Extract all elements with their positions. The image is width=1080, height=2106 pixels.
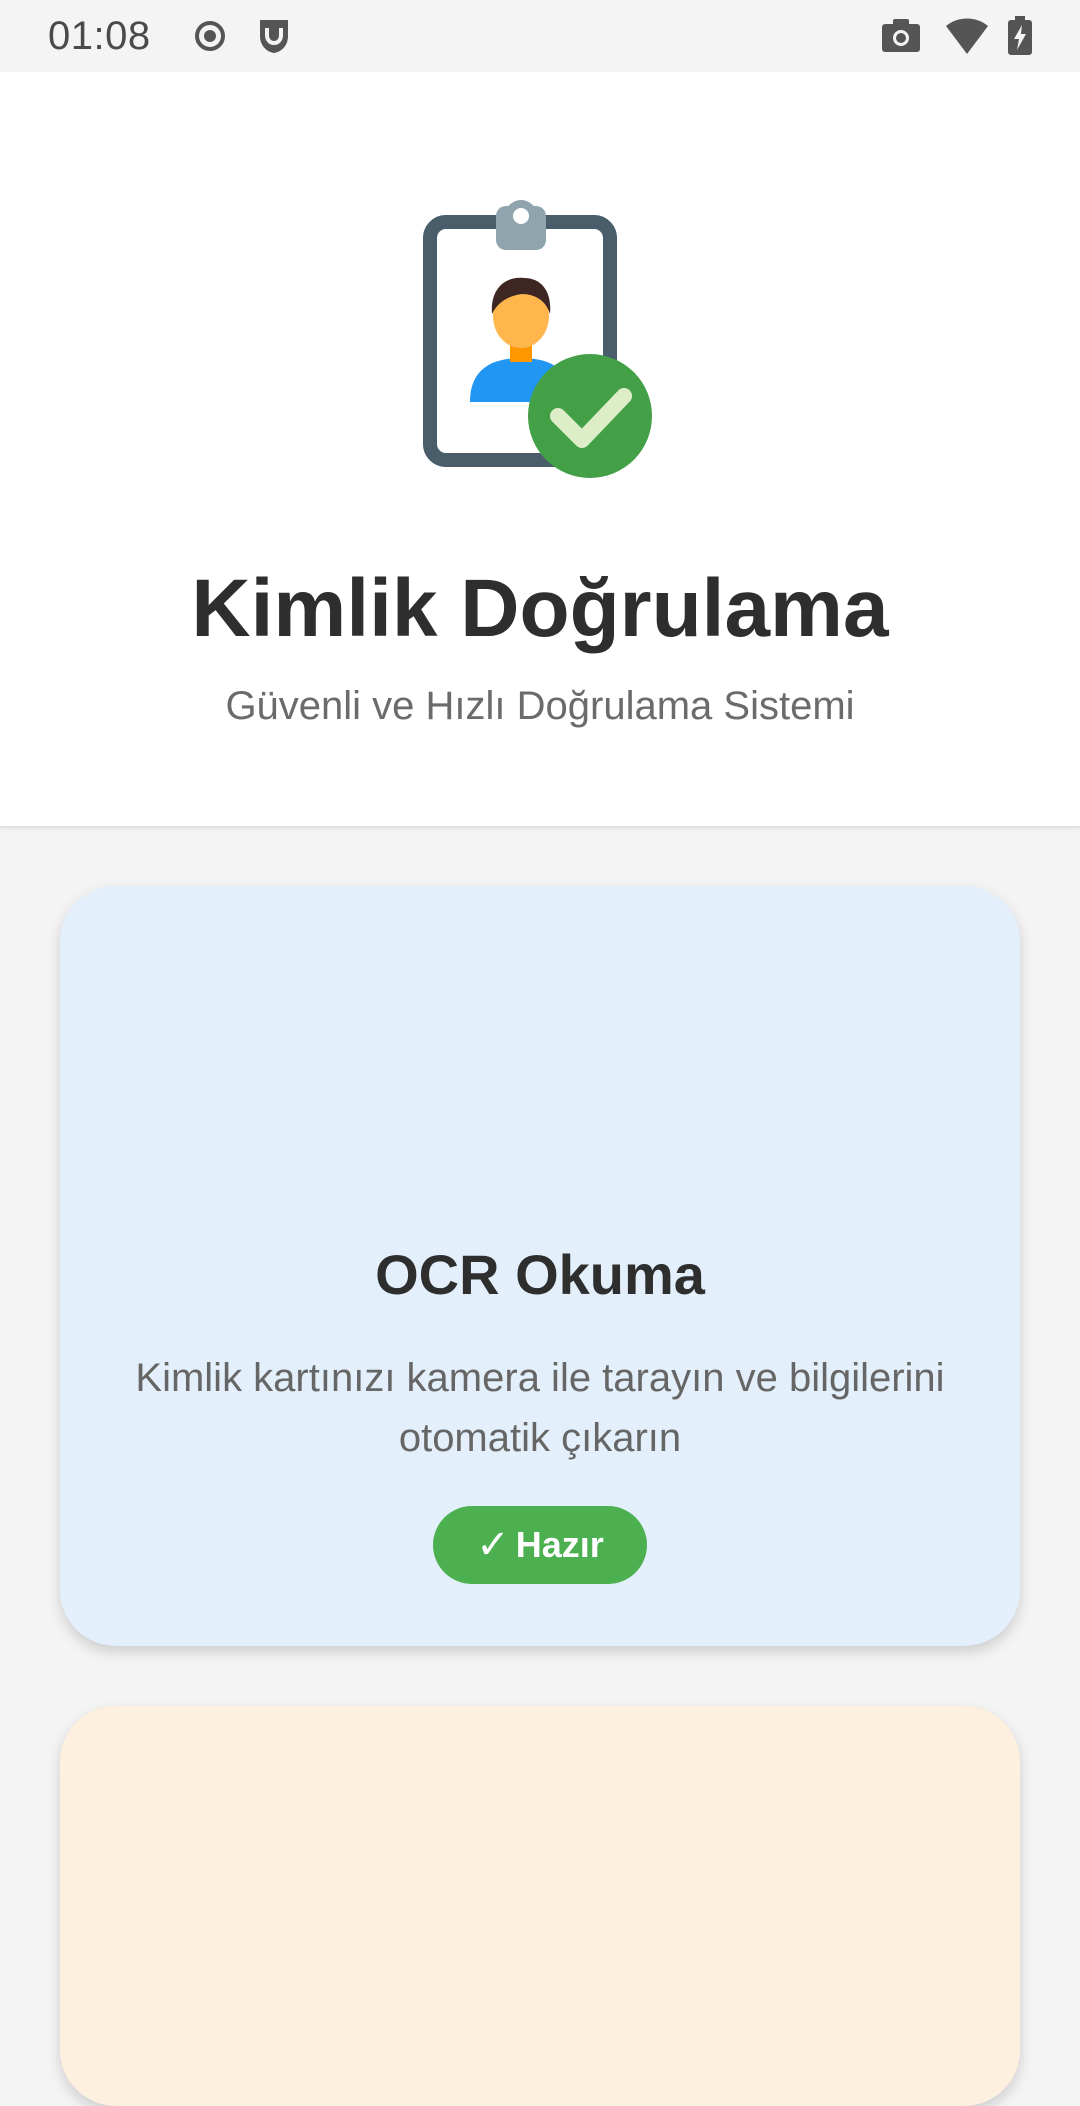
shield-notification-icon [254,16,294,56]
check-icon: ✓ [476,1523,510,1567]
status-badge: ✓ Hazır [433,1506,647,1584]
header: Kimlik Doğrulama Güvenli ve Hızlı Doğrul… [0,72,1080,828]
wifi-icon [944,16,990,56]
status-bar: 01:08 [0,0,1080,72]
card-description: Kimlik kartınızı kamera ile tarayın ve b… [135,1356,945,1460]
page-subtitle: Güvenli ve Hızlı Doğrulama Sistemi [225,684,855,728]
record-icon [190,16,230,56]
camera-icon [880,16,922,56]
card-title: OCR Okuma [375,1243,705,1306]
ocr-card[interactable]: OCR Okuma Kimlik kartınızı kamera ile ta… [60,886,1020,1646]
status-badge-label: Hazır [515,1524,604,1565]
battery-charging-icon [1006,16,1034,56]
second-card[interactable] [60,1706,1020,2106]
id-badge-verified-icon [410,192,670,492]
status-time: 01:08 [48,14,151,58]
page-title: Kimlik Doğrulama [191,563,889,654]
